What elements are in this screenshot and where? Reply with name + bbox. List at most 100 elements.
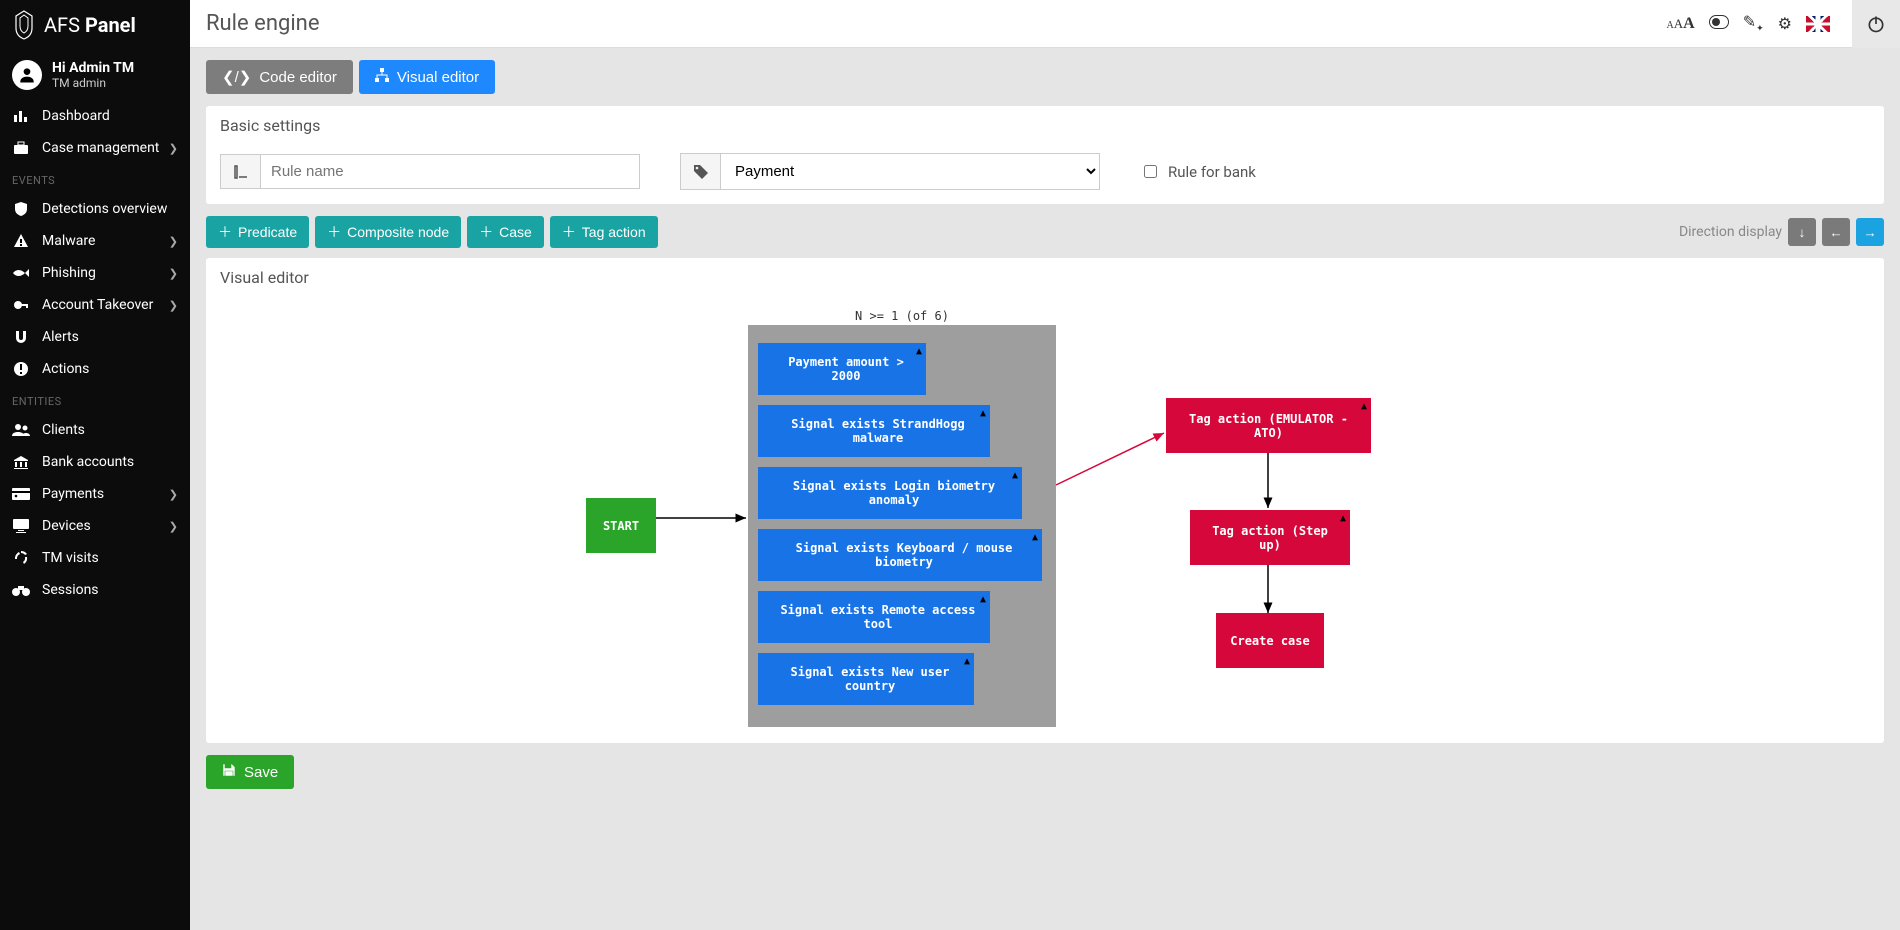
contrast-icon[interactable] — [1709, 14, 1729, 33]
sidebar-item-detections-overview[interactable]: Detections overview — [0, 193, 190, 225]
chevron-right-icon: ❯ — [169, 267, 178, 280]
node-predicate-2[interactable]: Signal exists Login biometry anomaly — [758, 467, 1022, 519]
add-tag-label: Tag action — [582, 224, 646, 240]
node-predicate-3[interactable]: Signal exists Keyboard / mouse biometry — [758, 529, 1042, 581]
warning-icon — [964, 656, 970, 667]
nav-header-events: EVENTS — [0, 164, 190, 193]
font-size-icon[interactable]: AAA — [1667, 15, 1695, 33]
code-icon: ❮/❯ — [222, 68, 251, 86]
recycle-icon — [12, 550, 30, 566]
tab-code-editor[interactable]: ❮/❯ Code editor — [206, 60, 353, 94]
node-action-1-label: Tag action (Step up) — [1200, 524, 1340, 552]
add-predicate-label: Predicate — [238, 224, 297, 240]
add-case-button[interactable]: ＋Case — [467, 216, 544, 248]
basic-settings-header: Basic settings — [206, 106, 1884, 145]
sidebar-item-alerts[interactable]: Alerts — [0, 321, 190, 353]
gear-icon[interactable]: ⚙ — [1778, 14, 1792, 33]
branch-icon — [375, 68, 389, 86]
sidebar-item-bank-accounts[interactable]: Bank accounts — [0, 446, 190, 478]
composite-title: N >= 1 (of 6) — [748, 309, 1056, 323]
sidebar-item-label: Devices — [42, 518, 91, 534]
sidebar-item-phishing[interactable]: Phishing ❯ — [0, 257, 190, 289]
magnet-icon — [12, 329, 30, 345]
sidebar-item-account-takeover[interactable]: Account Takeover❯ — [0, 289, 190, 321]
chevron-right-icon: ❯ — [169, 235, 178, 248]
brand-bold: Panel — [85, 13, 136, 37]
chevron-right-icon: ❯ — [169, 488, 178, 501]
node-predicate-4[interactable]: Signal exists Remote access tool — [758, 591, 990, 643]
node-action-1[interactable]: Tag action (Step up) — [1190, 510, 1350, 565]
node-action-0[interactable]: Tag action (EMULATOR - ATO) — [1166, 398, 1371, 453]
rule-name-addon-icon — [220, 154, 260, 189]
warning-icon — [1361, 401, 1367, 412]
sidebar-item-tm-visits[interactable]: TM visits — [0, 542, 190, 574]
sidebar-item-clients[interactable]: Clients — [0, 414, 190, 446]
sidebar-item-sessions[interactable]: Sessions — [0, 574, 190, 606]
chart-bar-icon — [12, 108, 30, 124]
arrow-down-icon: ↓ — [1799, 225, 1806, 240]
add-composite-button[interactable]: ＋Composite node — [315, 216, 461, 248]
sidebar-item-devices[interactable]: Devices❯ — [0, 510, 190, 542]
brush-icon[interactable]: ✎✦ — [1743, 12, 1764, 34]
brand-pre: AFS — [44, 13, 80, 37]
warning-icon — [980, 408, 986, 419]
chevron-right-icon: ❯ — [169, 142, 178, 155]
save-icon — [222, 763, 236, 781]
page-title: Rule engine — [206, 11, 320, 36]
brand-logo-icon — [12, 10, 36, 40]
sidebar-item-label: Actions — [42, 361, 89, 377]
user-row[interactable]: Hi Admin TM TM admin — [0, 50, 190, 100]
warning-icon — [1032, 532, 1038, 543]
sidebar-item-label: Alerts — [42, 329, 79, 345]
rule-for-bank-checkbox[interactable] — [1144, 165, 1157, 178]
direction-down-button[interactable]: ↓ — [1788, 218, 1816, 246]
sidebar-item-label: Bank accounts — [42, 454, 134, 470]
sidebar-item-case-management[interactable]: Case management❯ — [0, 132, 190, 164]
nav-header-entities: ENTITIES — [0, 385, 190, 414]
sidebar-item-malware[interactable]: Malware ❯ — [0, 225, 190, 257]
warning-icon — [1340, 513, 1346, 524]
plus-icon: ＋ — [562, 222, 576, 242]
save-button[interactable]: Save — [206, 755, 294, 789]
sidebar-item-payments[interactable]: Payments❯ — [0, 478, 190, 510]
bank-icon — [12, 454, 30, 470]
node-predicate-0[interactable]: Payment amount > 2000 — [758, 343, 926, 395]
sidebar-item-label: TM visits — [42, 550, 99, 566]
card-icon — [12, 488, 30, 500]
direction-right-button[interactable]: → — [1856, 218, 1884, 246]
node-start[interactable]: START — [586, 498, 656, 553]
add-predicate-button[interactable]: ＋Predicate — [206, 216, 309, 248]
rule-canvas[interactable]: START N >= 1 (of 6) Payment amount > 200… — [206, 303, 1884, 733]
sidebar-item-label: Account Takeover — [42, 297, 153, 313]
node-predicate-2-label: Signal exists Login biometry anomaly — [776, 479, 1012, 507]
add-tag-action-button[interactable]: ＋ Tag action — [550, 216, 658, 248]
tab-visual-editor[interactable]: Visual editor — [359, 60, 495, 94]
node-predicate-5[interactable]: Signal exists New user country — [758, 653, 974, 705]
node-action-2[interactable]: Create case — [1216, 613, 1324, 668]
flag-uk-icon[interactable] — [1806, 16, 1830, 32]
rule-type-select[interactable]: Payment — [720, 153, 1100, 190]
sidebar-item-dashboard[interactable]: Dashboard — [0, 100, 190, 132]
rule-for-bank-label: Rule for bank — [1168, 163, 1256, 181]
rule-for-bank-row[interactable]: Rule for bank — [1140, 162, 1256, 181]
direction-display-label: Direction display — [1679, 224, 1782, 240]
rule-name-input[interactable] — [260, 154, 640, 189]
node-predicate-1[interactable]: Signal exists StrandHogg malware — [758, 405, 990, 457]
user-greeting: Hi Admin TM — [52, 60, 134, 76]
power-button[interactable] — [1852, 0, 1900, 48]
warning-icon — [916, 346, 922, 357]
sidebar-item-actions[interactable]: Actions — [0, 353, 190, 385]
basic-settings-panel: Basic settings Payment Rule — [206, 106, 1884, 204]
sidebar-item-label: Clients — [42, 422, 85, 438]
sidebar-item-label: Malware — [42, 233, 95, 249]
briefcase-icon — [12, 140, 30, 156]
arrow-right-icon: → — [1863, 225, 1876, 240]
warning-icon — [1012, 470, 1018, 481]
warning-icon — [980, 594, 986, 605]
brand: AFS Panel — [0, 0, 190, 50]
tab-code-label: Code editor — [259, 69, 337, 86]
bang-icon — [12, 361, 30, 377]
sidebar-item-label: Phishing — [42, 265, 96, 281]
direction-left-button[interactable]: ← — [1822, 218, 1850, 246]
composite-node[interactable]: N >= 1 (of 6) Payment amount > 2000Signa… — [748, 325, 1056, 727]
